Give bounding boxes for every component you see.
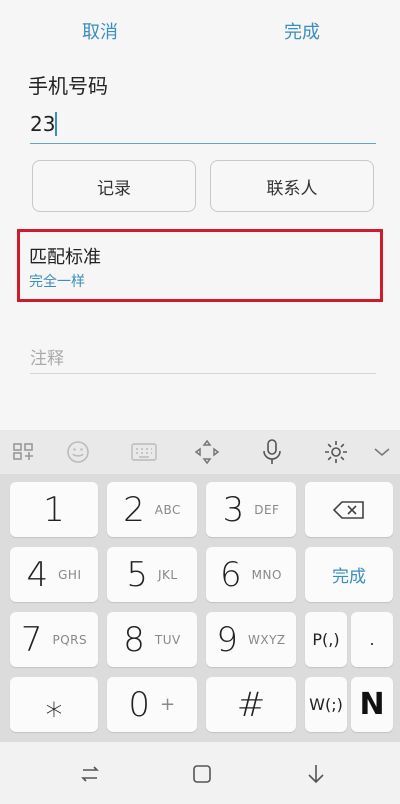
match-criteria-title: 匹配标准 [29,247,101,268]
n-key[interactable]: N [351,677,393,732]
backspace-icon [332,500,364,519]
apps-icon[interactable] [10,439,38,465]
cancel-button[interactable]: 取消 [82,18,118,44]
key-5[interactable]: 5 JKL [107,547,197,602]
phone-label: 手机号码 [28,74,108,98]
phone-value: 23 [30,112,56,136]
note-input[interactable]: 注释 [30,338,376,374]
wait-key[interactable]: W(;) [305,677,347,732]
backspace-key[interactable] [305,482,393,537]
note-placeholder: 注释 [30,349,64,369]
keyboard-done-key[interactable]: 完成 [305,547,393,602]
key-6[interactable]: 6 MNO [206,547,296,602]
key-1[interactable]: 1 [10,482,98,537]
key-star[interactable]: ⁎ [10,677,98,732]
phone-input[interactable]: 23 [30,106,376,144]
chevron-down-icon[interactable] [368,439,396,465]
key-3[interactable]: 3 DEF [206,482,296,537]
records-button[interactable]: 记录 [32,160,196,212]
key-9[interactable]: 9 WXYZ [206,612,296,667]
match-criteria-row[interactable]: 匹配标准 完全一样 [17,229,383,302]
move-icon[interactable] [193,439,221,465]
key-7[interactable]: 7 PQRS [10,612,98,667]
top-bar: 取消 完成 [0,0,400,62]
key-0[interactable]: 0 + [107,677,197,732]
back-icon[interactable] [304,762,328,786]
dialpad-keyboard: 1 2 ABC 3 DEF 4 GHI 5 JKL 6 MNO 完成 7 PQRS 8 TUV… [0,474,400,742]
key-4[interactable]: 4 GHI [10,547,98,602]
gear-icon[interactable] [322,439,350,465]
pause-key[interactable]: P(,) [305,612,347,667]
keyboard-toolbar [0,430,400,474]
home-icon[interactable] [190,762,214,786]
done-button[interactable]: 完成 [284,18,320,44]
contacts-button[interactable]: 联系人 [210,160,374,212]
match-criteria-value: 完全一样 [29,274,85,290]
keyboard-icon[interactable] [130,439,158,465]
navigation-bar [0,742,400,804]
mic-icon[interactable] [258,439,286,465]
recent-apps-icon[interactable] [78,762,102,786]
dot-key[interactable]: . [351,612,393,667]
text-caret [55,112,57,136]
emoji-icon[interactable] [64,439,92,465]
key-8[interactable]: 8 TUV [107,612,197,667]
key-hash[interactable]: # [206,677,296,732]
key-2[interactable]: 2 ABC [107,482,197,537]
